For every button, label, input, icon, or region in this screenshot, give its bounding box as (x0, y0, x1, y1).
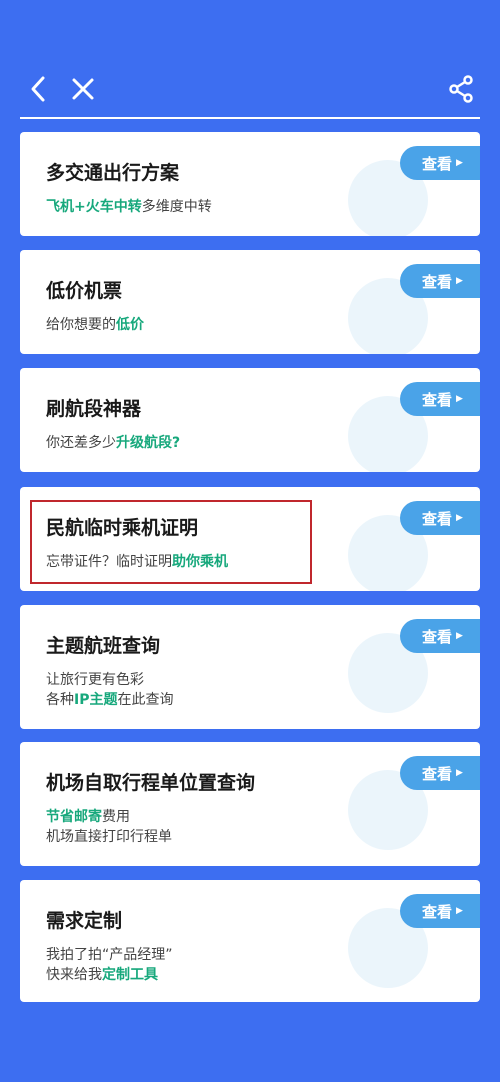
card-subtitle: 你还差多少升级航段? (46, 432, 180, 452)
view-button-label: 查看 (422, 390, 453, 409)
plain-text: 快来给我 (46, 967, 102, 983)
caret-right-icon: ▶ (456, 768, 463, 778)
plain-text: 各种 (46, 692, 74, 708)
service-card[interactable]: 刷航段神器你还差多少升级航段? 查看 ▶ (20, 368, 480, 472)
card-title: 需求定制 (46, 910, 123, 932)
service-card[interactable]: 多交通出行方案飞机+火车中转多维度中转 查看 ▶ (20, 132, 480, 236)
caret-right-icon: ▶ (456, 394, 463, 404)
highlight-text: 低价 (116, 317, 144, 333)
share-icon[interactable] (448, 74, 474, 104)
card-title: 机场自取行程单位置查询 (46, 772, 256, 794)
highlight-text: IP主题 (74, 692, 118, 708)
view-button-label: 查看 (422, 902, 453, 921)
caret-right-icon: ▶ (456, 513, 463, 523)
plain-text: 你还差多少 (46, 435, 116, 451)
plain-text: 让旅行更有色彩 (46, 672, 144, 688)
plain-text: 费用 (102, 809, 130, 825)
card-title: 刷航段神器 (46, 398, 142, 420)
card-subtitle: 我拍了拍“产品经理” (46, 944, 173, 964)
service-card[interactable]: 主题航班查询让旅行更有色彩 各种IP主题在此查询 查看 ▶ (20, 605, 480, 729)
highlight-text: 飞机+火车中转 (46, 199, 142, 215)
service-card[interactable]: 机场自取行程单位置查询 节省邮寄费用 机场直接打印行程单 查看 ▶ (20, 742, 480, 866)
highlight-text: 升级航段? (116, 435, 181, 451)
view-button[interactable]: 查看 ▶ (400, 146, 480, 180)
chevron-left-icon[interactable] (26, 74, 52, 104)
caret-right-icon: ▶ (456, 631, 463, 641)
card-subtitle: 各种IP主题在此查询 (46, 689, 173, 709)
view-button[interactable]: 查看 ▶ (400, 619, 480, 653)
service-card[interactable]: 低价机票给你想要的低价 查看 ▶ (20, 250, 480, 354)
card-title: 低价机票 (46, 280, 123, 302)
card-subtitle: 机场直接打印行程单 (46, 826, 172, 846)
view-button-label: 查看 (422, 509, 453, 528)
view-button-label: 查看 (422, 627, 453, 646)
card-title: 多交通出行方案 (46, 162, 180, 184)
plain-text: 给你想要的 (46, 317, 116, 333)
view-button[interactable]: 查看 ▶ (400, 894, 480, 928)
card-subtitle: 让旅行更有色彩 (46, 669, 144, 689)
caret-right-icon: ▶ (456, 158, 463, 168)
caret-right-icon: ▶ (456, 276, 463, 286)
highlight-text: 节省邮寄 (46, 809, 102, 825)
plain-text: 机场直接打印行程单 (46, 829, 172, 845)
top-bar (0, 60, 500, 120)
card-subtitle: 飞机+火车中转多维度中转 (46, 196, 212, 216)
view-button-label: 查看 (422, 154, 453, 173)
service-card[interactable]: 需求定制 我拍了拍“产品经理” 快来给我定制工具 查看 ▶ (20, 880, 480, 1002)
view-button[interactable]: 查看 ▶ (400, 264, 480, 298)
close-icon[interactable] (70, 74, 96, 104)
card-subtitle: 给你想要的低价 (46, 314, 144, 334)
header-divider (20, 117, 480, 119)
plain-text: 多维度中转 (141, 199, 212, 215)
view-button-label: 查看 (422, 764, 453, 783)
plain-text: 我拍了拍“产品经理” (46, 947, 173, 963)
highlight-box (30, 500, 312, 584)
card-subtitle: 节省邮寄费用 (46, 806, 130, 826)
plain-text: 在此查询 (117, 692, 174, 708)
view-button-label: 查看 (422, 272, 453, 291)
caret-right-icon: ▶ (456, 906, 463, 916)
card-subtitle: 快来给我定制工具 (46, 964, 158, 984)
view-button[interactable]: 查看 ▶ (400, 382, 480, 416)
highlight-text: 定制工具 (102, 967, 158, 983)
card-title: 主题航班查询 (46, 635, 161, 657)
view-button[interactable]: 查看 ▶ (400, 501, 480, 535)
view-button[interactable]: 查看 ▶ (400, 756, 480, 790)
